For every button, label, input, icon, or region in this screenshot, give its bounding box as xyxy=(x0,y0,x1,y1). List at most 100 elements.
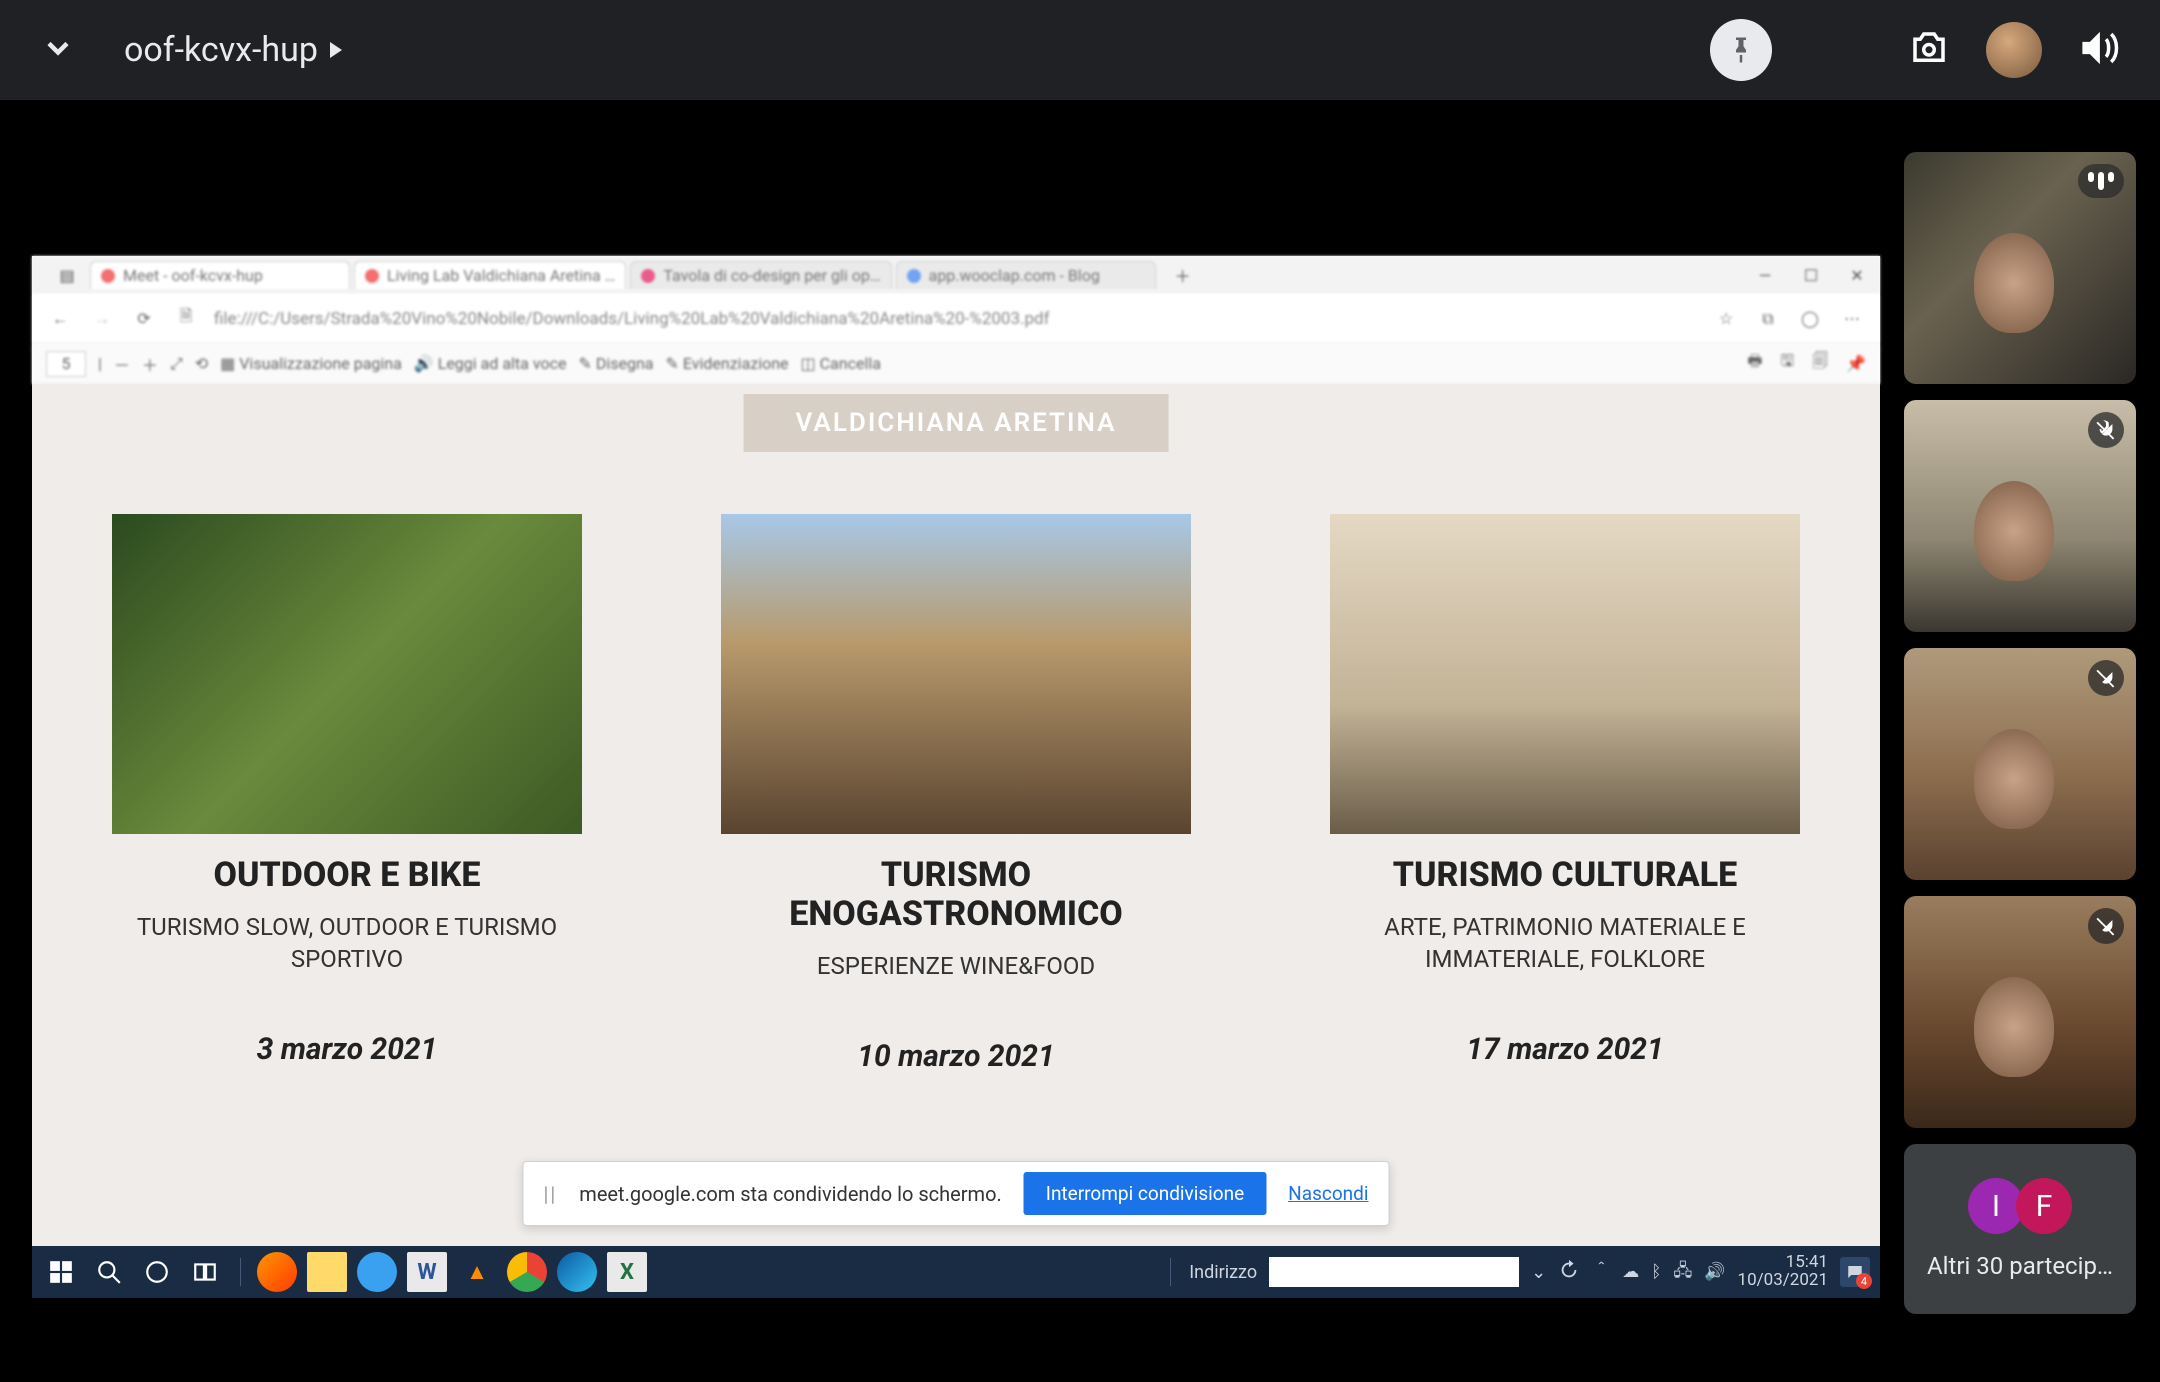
page-number-input[interactable]: 5 xyxy=(46,351,86,377)
meeting-name[interactable]: oof-kcvx-hup xyxy=(124,30,342,70)
new-tab-button[interactable]: ＋ xyxy=(1160,256,1206,294)
cortana-button[interactable] xyxy=(138,1253,176,1291)
close-button[interactable]: ✕ xyxy=(1834,256,1880,294)
minimize-button[interactable]: ― xyxy=(1742,256,1788,294)
start-button[interactable] xyxy=(42,1253,80,1291)
participant-tile[interactable] xyxy=(1904,152,2136,384)
participant-tile[interactable] xyxy=(1904,648,2136,880)
tab-label: app.wooclap.com - Blog xyxy=(929,266,1100,285)
meet-topbar: oof-kcvx-hup xyxy=(0,0,2160,100)
card-image xyxy=(112,514,582,834)
region-tag: VALDICHIANA ARETINA xyxy=(744,394,1169,452)
address-dropdown-icon[interactable]: ⌄ xyxy=(1531,1262,1546,1283)
refresh-button[interactable]: ⟳ xyxy=(130,305,158,333)
mic-muted-icon xyxy=(2088,908,2124,944)
pdf-page: VALDICHIANA ARETINA OUTDOOR E BIKE TURIS… xyxy=(32,384,1880,1246)
speaking-indicator-icon xyxy=(2078,164,2124,198)
clock[interactable]: 15:41 10/03/2021 xyxy=(1738,1254,1828,1290)
card-title: OUTDOOR E BIKE xyxy=(112,856,582,895)
card-title: TURISMO ENOGASTRONOMICO xyxy=(721,856,1191,934)
hide-banner-link[interactable]: Nascondi xyxy=(1288,1182,1368,1205)
volume-tray-icon[interactable]: 🔊 xyxy=(1704,1262,1725,1282)
print-icon[interactable]: 🖶 xyxy=(1747,350,1762,377)
mic-muted-icon xyxy=(2088,660,2124,696)
pin-icon xyxy=(1726,35,1756,65)
action-center-icon[interactable]: 4 xyxy=(1840,1257,1870,1287)
address-input[interactable] xyxy=(1269,1257,1519,1287)
tab-label: Living Lab Valdichiana Aretina … xyxy=(387,266,615,285)
browser-tab[interactable]: Meet - oof-kcvx-hup xyxy=(90,261,350,289)
browser-tab[interactable]: app.wooclap.com - Blog xyxy=(896,261,1156,289)
firefox-icon[interactable] xyxy=(257,1252,297,1292)
stop-sharing-button[interactable]: Interrompi condivisione xyxy=(1024,1172,1266,1215)
read-aloud-button[interactable]: 🔊 Leggi ad alta voce xyxy=(414,354,567,373)
share-text: meet.google.com sta condividendo lo sche… xyxy=(579,1182,1002,1206)
menu-icon[interactable]: ⋯ xyxy=(1838,305,1866,333)
browser-titlebar: ▤ Meet - oof-kcvx-hup Living Lab Valdich… xyxy=(32,256,1880,294)
pin-button[interactable] xyxy=(1710,19,1772,81)
card-date: 10 marzo 2021 xyxy=(721,1039,1191,1074)
browser-tab[interactable]: Tavola di co-design per gli op… xyxy=(630,261,891,289)
bluetooth-icon[interactable]: ᛒ xyxy=(1651,1262,1661,1282)
forward-button[interactable]: → xyxy=(88,305,116,333)
avatar-initial: F xyxy=(2016,1178,2072,1234)
file-explorer-icon[interactable] xyxy=(307,1252,347,1292)
card-image xyxy=(1330,514,1800,834)
rotate-icon[interactable]: ⟲ xyxy=(195,354,208,373)
camera-swap-button[interactable] xyxy=(1908,27,1950,73)
zoom-in-icon[interactable]: ＋ xyxy=(142,352,158,376)
address-go-icon[interactable] xyxy=(1558,1259,1580,1286)
page-view-button[interactable]: ▦ Visualizzazione pagina xyxy=(220,354,402,373)
pin-toolbar-icon[interactable]: 📌 xyxy=(1846,354,1866,373)
tray-chevron-icon[interactable]: ＾ xyxy=(1592,1259,1610,1285)
expand-chevron[interactable] xyxy=(40,30,76,70)
search-button[interactable] xyxy=(90,1253,128,1291)
zoom-out-icon[interactable]: － xyxy=(114,352,130,376)
participant-strip: I F Altri 30 partecip… xyxy=(1904,152,2136,1314)
onedrive-icon[interactable]: ☁ xyxy=(1622,1262,1639,1282)
favorites-icon[interactable]: ☆ xyxy=(1712,305,1740,333)
vlc-icon[interactable]: ▲ xyxy=(457,1252,497,1292)
word-icon[interactable]: W xyxy=(407,1252,447,1292)
tab-actions-icon[interactable]: ▤ xyxy=(44,256,90,294)
thunderbird-icon[interactable] xyxy=(357,1252,397,1292)
volume-button[interactable] xyxy=(2078,27,2120,73)
others-tile[interactable]: I F Altri 30 partecip… xyxy=(1904,1144,2136,1314)
play-icon xyxy=(330,42,342,58)
participant-tile[interactable] xyxy=(1904,896,2136,1128)
task-view-button[interactable] xyxy=(186,1253,224,1291)
presenter-avatar[interactable] xyxy=(1986,22,2042,78)
back-button[interactable]: ← xyxy=(46,305,74,333)
browser-tab[interactable]: Living Lab Valdichiana Aretina … xyxy=(354,261,626,289)
divider: | xyxy=(98,354,102,373)
network-icon[interactable]: 🖧 xyxy=(1673,1258,1692,1287)
collections-icon[interactable]: ⧉ xyxy=(1754,305,1782,333)
highlight-button[interactable]: ✎ Evidenziazione xyxy=(665,354,788,373)
card-subtitle: ESPERIENZE WINE&FOOD xyxy=(721,950,1191,982)
maximize-button[interactable]: ☐ xyxy=(1788,256,1834,294)
draw-button[interactable]: ✎ Disegna xyxy=(578,354,653,373)
card-title: TURISMO CULTURALE xyxy=(1330,856,1800,895)
drag-handle-icon[interactable]: || xyxy=(544,1182,558,1206)
card-culturale: TURISMO CULTURALE ARTE, PATRIMONIO MATER… xyxy=(1330,514,1800,1074)
chrome-icon[interactable] xyxy=(507,1252,547,1292)
url-field[interactable]: file:///C:/Users/Strada%20Vino%20Nobile/… xyxy=(214,309,1698,329)
profile-icon[interactable]: ◯ xyxy=(1796,305,1824,333)
card-outdoor: OUTDOOR E BIKE TURISMO SLOW, OUTDOOR E T… xyxy=(112,514,582,1074)
edge-icon[interactable] xyxy=(557,1252,597,1292)
erase-button[interactable]: ◫ Cancella xyxy=(801,354,881,373)
save-as-icon[interactable]: 🗐 xyxy=(1812,350,1828,377)
system-tray[interactable]: ☁ ᛒ 🖧 🔊 15:41 10/03/2021 4 xyxy=(1622,1254,1870,1290)
fit-icon[interactable]: ⤢ xyxy=(170,354,183,374)
pdf-toolbar: 5 | － ＋ ⤢ ⟲ ▦ Visualizzazione pagina 🔊 L… xyxy=(32,344,1880,384)
save-icon[interactable]: 🖫 xyxy=(1780,350,1794,377)
meeting-name-text: oof-kcvx-hup xyxy=(124,30,318,70)
tab-label: Meet - oof-kcvx-hup xyxy=(123,266,263,285)
others-label: Altri 30 partecip… xyxy=(1927,1252,2113,1280)
card-subtitle: TURISMO SLOW, OUTDOOR E TURISMO SPORTIVO xyxy=(112,911,582,976)
card-image xyxy=(721,514,1191,834)
excel-icon[interactable]: X xyxy=(607,1252,647,1292)
participant-tile[interactable] xyxy=(1904,400,2136,632)
camera-swap-icon xyxy=(1908,27,1950,69)
address-label: Indirizzo xyxy=(1189,1262,1257,1283)
